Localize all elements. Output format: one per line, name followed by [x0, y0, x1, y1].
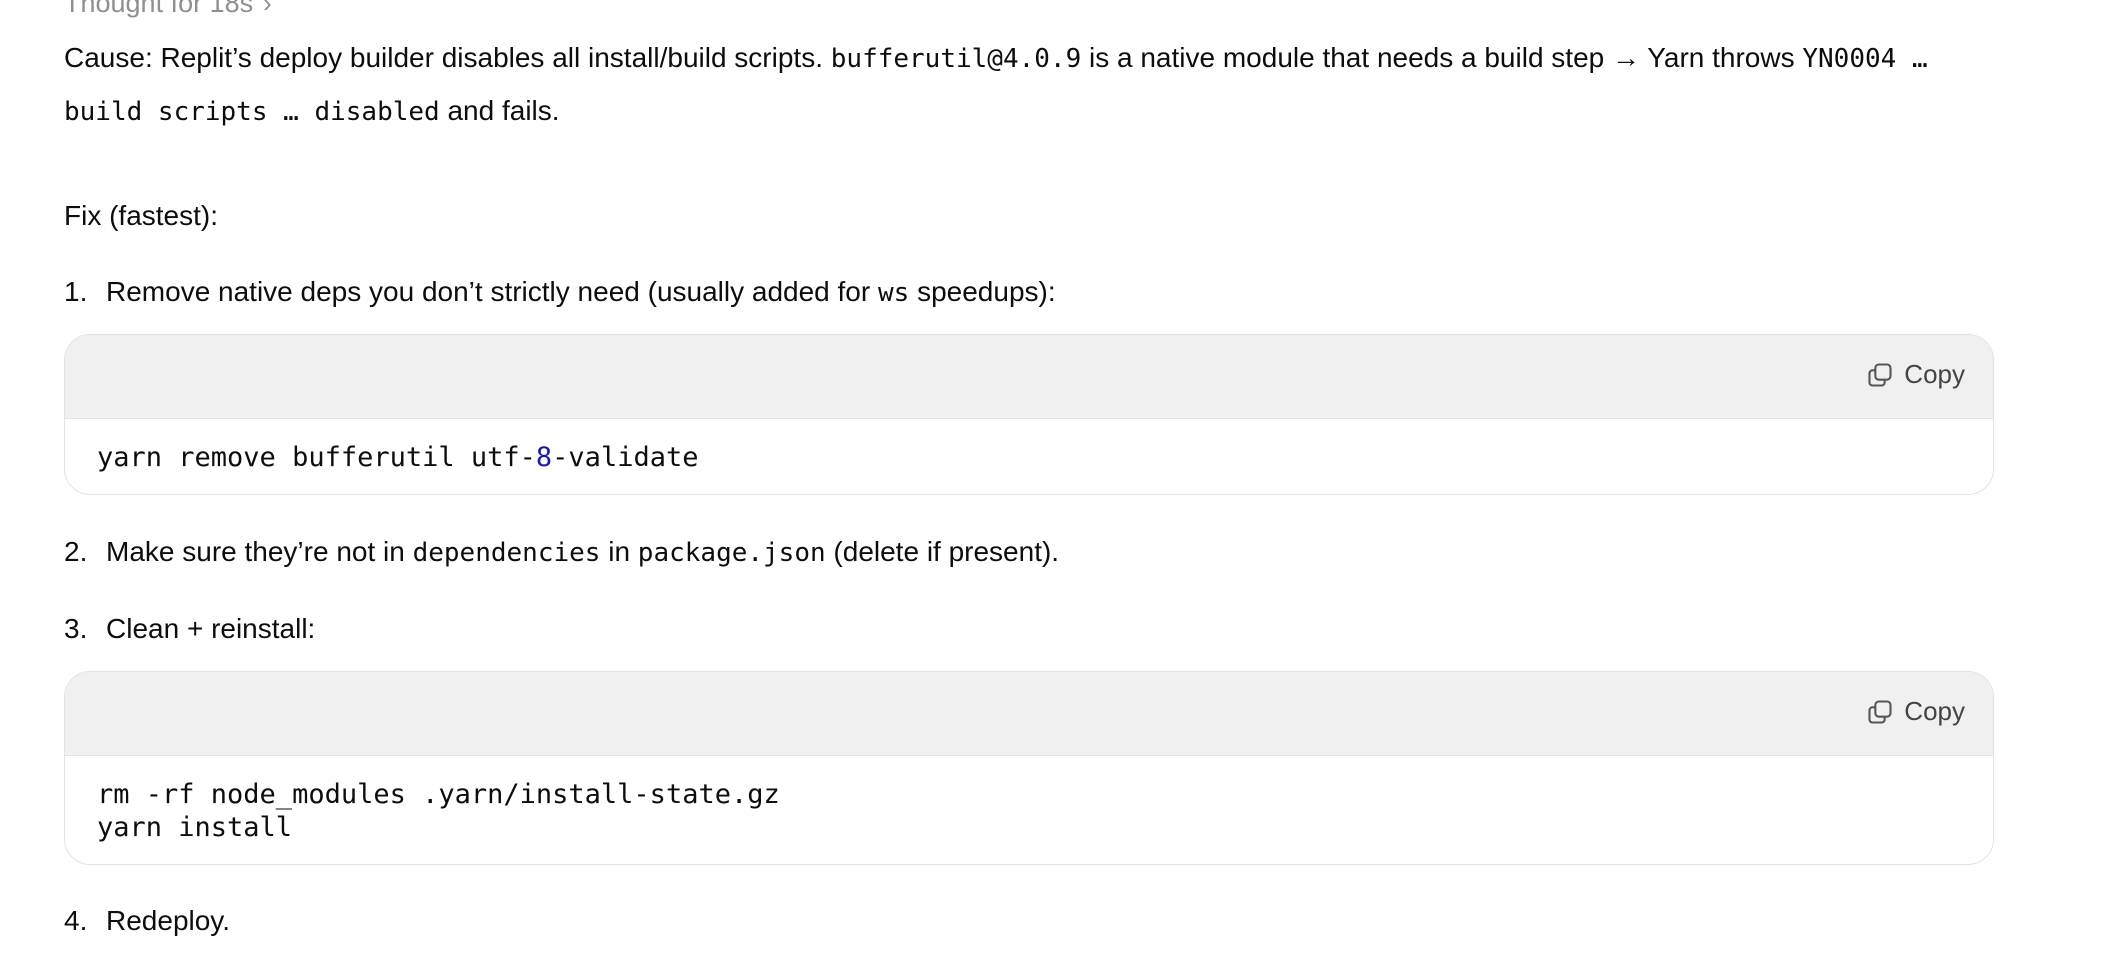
thought-label: Thought for 18s	[64, 0, 254, 18]
list-item-text: Remove native deps you don’t strictly ne…	[106, 266, 1056, 319]
code-text: yarn remove bufferutil utf-	[97, 442, 536, 473]
list-number: 2.	[64, 536, 88, 567]
copy-icon	[1868, 699, 1892, 724]
list-item: 1. Remove native deps you don’t strictly…	[64, 266, 1056, 319]
list-number: 1.	[64, 276, 88, 307]
code-content: yarn remove bufferutil utf-8-validate	[65, 419, 1993, 494]
list-item: 2. Make sure they’re not in dependencies…	[64, 526, 1059, 579]
inline-code: dependencies	[412, 538, 601, 568]
step-text: Make sure they’re not in	[106, 536, 413, 567]
code-content: rm -rf node_modules .yarn/install-state.…	[65, 756, 1993, 864]
code-block-header: Copy	[65, 335, 1993, 419]
copy-icon	[1868, 362, 1892, 387]
thought-toggle[interactable]: Thought for 18s ›	[64, 0, 272, 20]
step-text: speedups):	[909, 276, 1056, 307]
copy-label: Copy	[1904, 696, 1965, 726]
code-block: Copy yarn remove bufferutil utf-8-valida…	[64, 334, 1994, 495]
cause-text: and fails.	[439, 95, 560, 126]
step-text: (delete if present).	[825, 536, 1060, 567]
copy-label: Copy	[1904, 359, 1965, 389]
chevron-right-icon: ›	[263, 0, 272, 18]
list-item-text: Redeploy.	[106, 905, 231, 936]
step-text: Remove native deps you don’t strictly ne…	[106, 276, 878, 307]
code-block: Copy rm -rf node_modules .yarn/install-s…	[64, 671, 1994, 865]
list-item-text: Make sure they’re not in dependencies in…	[106, 526, 1059, 579]
cause-text: is a native module that needs a build st…	[1081, 42, 1803, 73]
copy-button[interactable]: Copy	[1866, 359, 1965, 390]
code-number-token: 8	[535, 442, 553, 473]
list-number: 4.	[64, 905, 88, 936]
code-text: -validate	[552, 442, 699, 473]
code-line: rm -rf node_modules .yarn/install-state.…	[97, 779, 780, 810]
copy-button[interactable]: Copy	[1866, 696, 1965, 727]
cause-text: Cause: Replit’s deploy builder disables …	[64, 42, 831, 73]
inline-code: package.json	[637, 538, 826, 568]
inline-code: bufferutil@4.0.9	[830, 44, 1082, 74]
cause-paragraph: Cause: Replit’s deploy builder disables …	[64, 32, 1984, 138]
inline-code: ws	[877, 278, 910, 308]
list-item-text: Clean + reinstall:	[106, 613, 316, 644]
fix-heading: Fix (fastest):	[64, 200, 219, 231]
code-block-header: Copy	[65, 672, 1993, 756]
list-number: 3.	[64, 613, 88, 644]
code-line: yarn install	[97, 812, 293, 843]
step-text: in	[600, 536, 638, 567]
list-item: 4. Redeploy.	[64, 895, 230, 947]
list-item: 3. Clean + reinstall:	[64, 603, 315, 655]
